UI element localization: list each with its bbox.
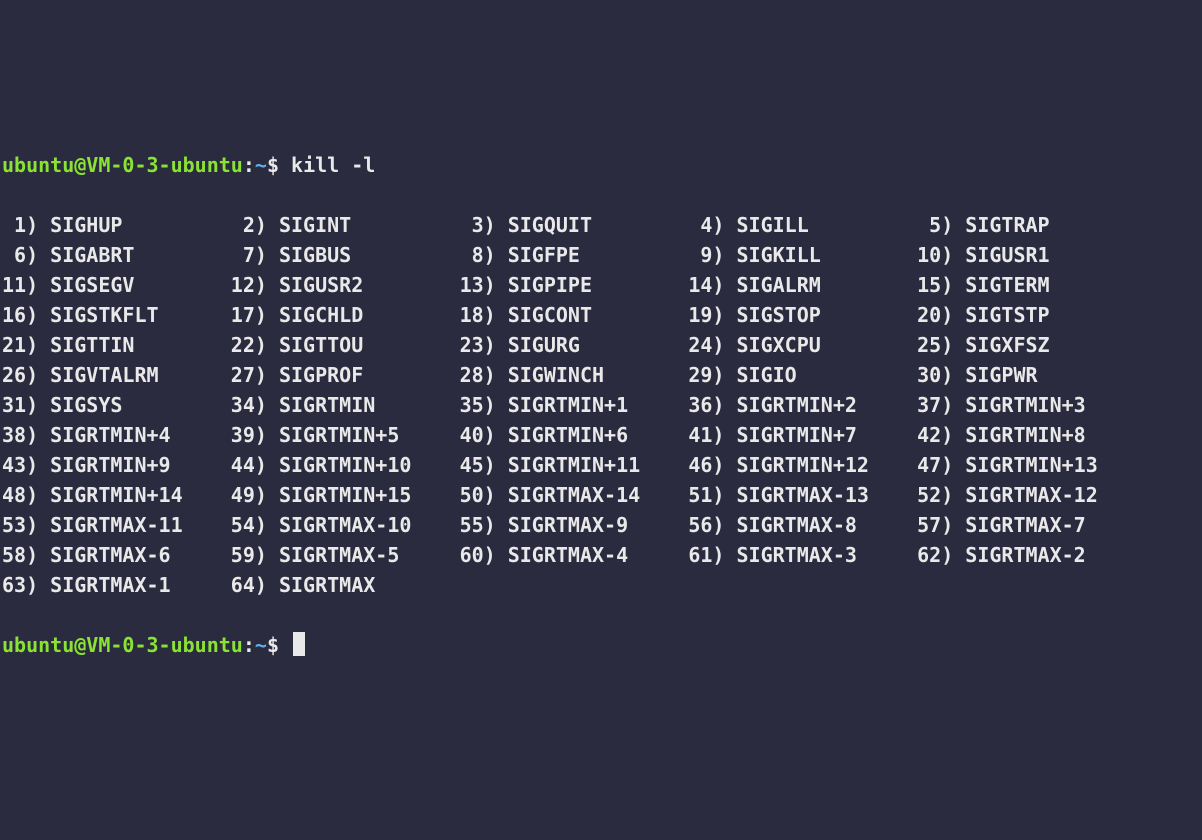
signal-entry: 9) SIGKILL: [688, 243, 917, 267]
signal-entry: 46) SIGRTMIN+12: [688, 453, 917, 477]
signal-entry: 40) SIGRTMIN+6: [460, 423, 689, 447]
prompt-space: [279, 633, 291, 657]
signal-entry: 11) SIGSEGV: [2, 273, 231, 297]
signal-entry: 39) SIGRTMIN+5: [231, 423, 460, 447]
signal-entry: 3) SIGQUIT: [460, 213, 689, 237]
signal-entry: 45) SIGRTMIN+11: [460, 453, 689, 477]
prompt-dollar: $: [267, 153, 279, 177]
signal-entry: 47) SIGRTMIN+13: [917, 453, 1098, 477]
signal-row: 63) SIGRTMAX-1 64) SIGRTMAX: [2, 570, 1200, 600]
signal-row: 11) SIGSEGV 12) SIGUSR2 13) SIGPIPE 14) …: [2, 270, 1200, 300]
signal-row: 26) SIGVTALRM 27) SIGPROF 28) SIGWINCH 2…: [2, 360, 1200, 390]
signal-entry: 52) SIGRTMAX-12: [917, 483, 1098, 507]
signal-entry: 25) SIGXFSZ: [917, 333, 1049, 357]
signal-entry: 13) SIGPIPE: [460, 273, 689, 297]
signal-entry: 43) SIGRTMIN+9: [2, 453, 231, 477]
prompt-user: ubuntu: [2, 153, 74, 177]
signal-entry: 19) SIGSTOP: [688, 303, 917, 327]
signal-entry: 36) SIGRTMIN+2: [688, 393, 917, 417]
signal-entry: 27) SIGPROF: [231, 363, 460, 387]
terminal[interactable]: ubuntu@VM-0-3-ubuntu:~$ kill -l 1) SIGHU…: [0, 120, 1202, 690]
prompt-dollar: $: [267, 633, 279, 657]
signal-entry: 22) SIGTTOU: [231, 333, 460, 357]
signal-entry: 49) SIGRTMIN+15: [231, 483, 460, 507]
signal-entry: 4) SIGILL: [688, 213, 917, 237]
signal-entry: 10) SIGUSR1: [917, 243, 1049, 267]
signal-entry: 56) SIGRTMAX-8: [688, 513, 917, 537]
signal-entry: 62) SIGRTMAX-2: [917, 543, 1086, 567]
signal-row: 48) SIGRTMIN+14 49) SIGRTMIN+15 50) SIGR…: [2, 480, 1200, 510]
signal-entry: 38) SIGRTMIN+4: [2, 423, 231, 447]
prompt-at: @: [74, 633, 86, 657]
prompt-path: ~: [255, 153, 267, 177]
signal-row: 43) SIGRTMIN+9 44) SIGRTMIN+10 45) SIGRT…: [2, 450, 1200, 480]
signal-entry: 26) SIGVTALRM: [2, 363, 231, 387]
signal-row: 53) SIGRTMAX-11 54) SIGRTMAX-10 55) SIGR…: [2, 510, 1200, 540]
signal-entry: 53) SIGRTMAX-11: [2, 513, 231, 537]
signal-entry: 64) SIGRTMAX: [231, 573, 376, 597]
signal-entry: 37) SIGRTMIN+3: [917, 393, 1086, 417]
signal-entry: 35) SIGRTMIN+1: [460, 393, 689, 417]
signal-entry: 48) SIGRTMIN+14: [2, 483, 231, 507]
prompt-user: ubuntu: [2, 633, 74, 657]
prompt-line[interactable]: ubuntu@VM-0-3-ubuntu:~$: [2, 630, 1200, 660]
signal-entry: 58) SIGRTMAX-6: [2, 543, 231, 567]
signal-entry: 12) SIGUSR2: [231, 273, 460, 297]
signal-entry: 34) SIGRTMIN: [231, 393, 460, 417]
signal-entry: 50) SIGRTMAX-14: [460, 483, 689, 507]
signal-list: 1) SIGHUP 2) SIGINT 3) SIGQUIT 4) SIGILL…: [2, 210, 1200, 600]
signal-entry: 14) SIGALRM: [688, 273, 917, 297]
cursor: [293, 632, 305, 656]
signal-entry: 41) SIGRTMIN+7: [688, 423, 917, 447]
signal-entry: 54) SIGRTMAX-10: [231, 513, 460, 537]
signal-entry: 5) SIGTRAP: [917, 213, 1049, 237]
signal-row: 58) SIGRTMAX-6 59) SIGRTMAX-5 60) SIGRTM…: [2, 540, 1200, 570]
signal-entry: 24) SIGXCPU: [688, 333, 917, 357]
signal-entry: 44) SIGRTMIN+10: [231, 453, 460, 477]
signal-entry: 6) SIGABRT: [2, 243, 231, 267]
signal-entry: 61) SIGRTMAX-3: [688, 543, 917, 567]
prompt-host: VM-0-3-ubuntu: [86, 153, 243, 177]
signal-entry: 42) SIGRTMIN+8: [917, 423, 1086, 447]
signal-entry: 20) SIGTSTP: [917, 303, 1049, 327]
signal-entry: 23) SIGURG: [460, 333, 689, 357]
signal-entry: 15) SIGTERM: [917, 273, 1049, 297]
signal-row: 1) SIGHUP 2) SIGINT 3) SIGQUIT 4) SIGILL…: [2, 210, 1200, 240]
command-line: ubuntu@VM-0-3-ubuntu:~$ kill -l: [2, 150, 1200, 180]
signal-row: 16) SIGSTKFLT 17) SIGCHLD 18) SIGCONT 19…: [2, 300, 1200, 330]
prompt-at: @: [74, 153, 86, 177]
signal-entry: 21) SIGTTIN: [2, 333, 231, 357]
signal-entry: 2) SIGINT: [231, 213, 460, 237]
signal-entry: 51) SIGRTMAX-13: [688, 483, 917, 507]
prompt-path: ~: [255, 633, 267, 657]
prompt-colon: :: [243, 153, 255, 177]
signal-row: 21) SIGTTIN 22) SIGTTOU 23) SIGURG 24) S…: [2, 330, 1200, 360]
signal-entry: 8) SIGFPE: [460, 243, 689, 267]
prompt-space: [279, 153, 291, 177]
signal-row: 38) SIGRTMIN+4 39) SIGRTMIN+5 40) SIGRTM…: [2, 420, 1200, 450]
signal-entry: 18) SIGCONT: [460, 303, 689, 327]
signal-entry: 28) SIGWINCH: [460, 363, 689, 387]
signal-entry: 17) SIGCHLD: [231, 303, 460, 327]
signal-entry: 29) SIGIO: [688, 363, 917, 387]
prompt-colon: :: [243, 633, 255, 657]
signal-entry: 31) SIGSYS: [2, 393, 231, 417]
signal-entry: 30) SIGPWR: [917, 363, 1037, 387]
signal-entry: 55) SIGRTMAX-9: [460, 513, 689, 537]
signal-entry: 7) SIGBUS: [231, 243, 460, 267]
signal-entry: 1) SIGHUP: [2, 213, 231, 237]
signal-row: 6) SIGABRT 7) SIGBUS 8) SIGFPE 9) SIGKIL…: [2, 240, 1200, 270]
command-text: kill -l: [291, 153, 375, 177]
signal-entry: 59) SIGRTMAX-5: [231, 543, 460, 567]
prompt-host: VM-0-3-ubuntu: [86, 633, 243, 657]
signal-entry: 57) SIGRTMAX-7: [917, 513, 1086, 537]
signal-entry: 16) SIGSTKFLT: [2, 303, 231, 327]
signal-entry: 63) SIGRTMAX-1: [2, 573, 231, 597]
signal-entry: 60) SIGRTMAX-4: [460, 543, 689, 567]
signal-row: 31) SIGSYS 34) SIGRTMIN 35) SIGRTMIN+1 3…: [2, 390, 1200, 420]
